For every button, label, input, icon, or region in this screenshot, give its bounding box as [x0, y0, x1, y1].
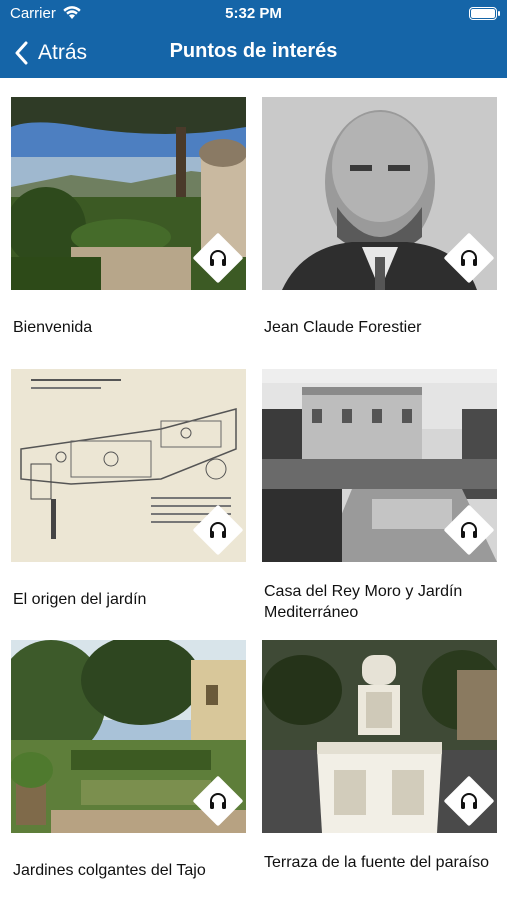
- poi-card-rey-moro[interactable]: Casa del Rey Moro y Jardín Mediterráneo: [262, 369, 497, 629]
- poi-title: Terraza de la fuente del paraíso: [264, 854, 490, 871]
- poi-image: [11, 97, 246, 290]
- poi-title: Jardines colgantes del Tajo: [13, 862, 206, 879]
- poi-card-bienvenida[interactable]: Bienvenida: [11, 97, 246, 357]
- headphones-icon: [461, 793, 477, 809]
- poi-card-origen[interactable]: El origen del jardín: [11, 369, 246, 629]
- headphones-icon: [461, 250, 477, 266]
- headphones-icon: [461, 522, 477, 538]
- poi-title: Casa del Rey Moro y Jardín Mediterráneo: [264, 583, 463, 621]
- poi-image: [262, 640, 497, 833]
- page-title: Puntos de interés: [169, 40, 338, 62]
- navigation-bar: Atrás Puntos de interés: [0, 28, 507, 78]
- poi-title: Bienvenida: [13, 319, 93, 336]
- poi-image: [11, 640, 246, 833]
- headphones-icon: [210, 522, 226, 538]
- poi-card-jardines-colgantes[interactable]: Jardines colgantes del Tajo: [11, 640, 246, 900]
- poi-title: El origen del jardín: [13, 591, 147, 608]
- poi-card-fuente-paraiso[interactable]: Terraza de la fuente del paraíso: [262, 640, 497, 900]
- poi-card-forestier[interactable]: Jean Claude Forestier: [262, 97, 497, 357]
- poi-title: Jean Claude Forestier: [264, 319, 422, 336]
- status-bar: Carrier 5:32 PM: [0, 0, 507, 28]
- headphones-icon: [210, 250, 226, 266]
- clock: 5:32 PM: [225, 5, 282, 22]
- battery-icon: [469, 7, 500, 20]
- poi-image: [262, 97, 497, 290]
- headphones-icon: [210, 793, 226, 809]
- poi-image: [262, 369, 497, 562]
- poi-image: [11, 369, 246, 562]
